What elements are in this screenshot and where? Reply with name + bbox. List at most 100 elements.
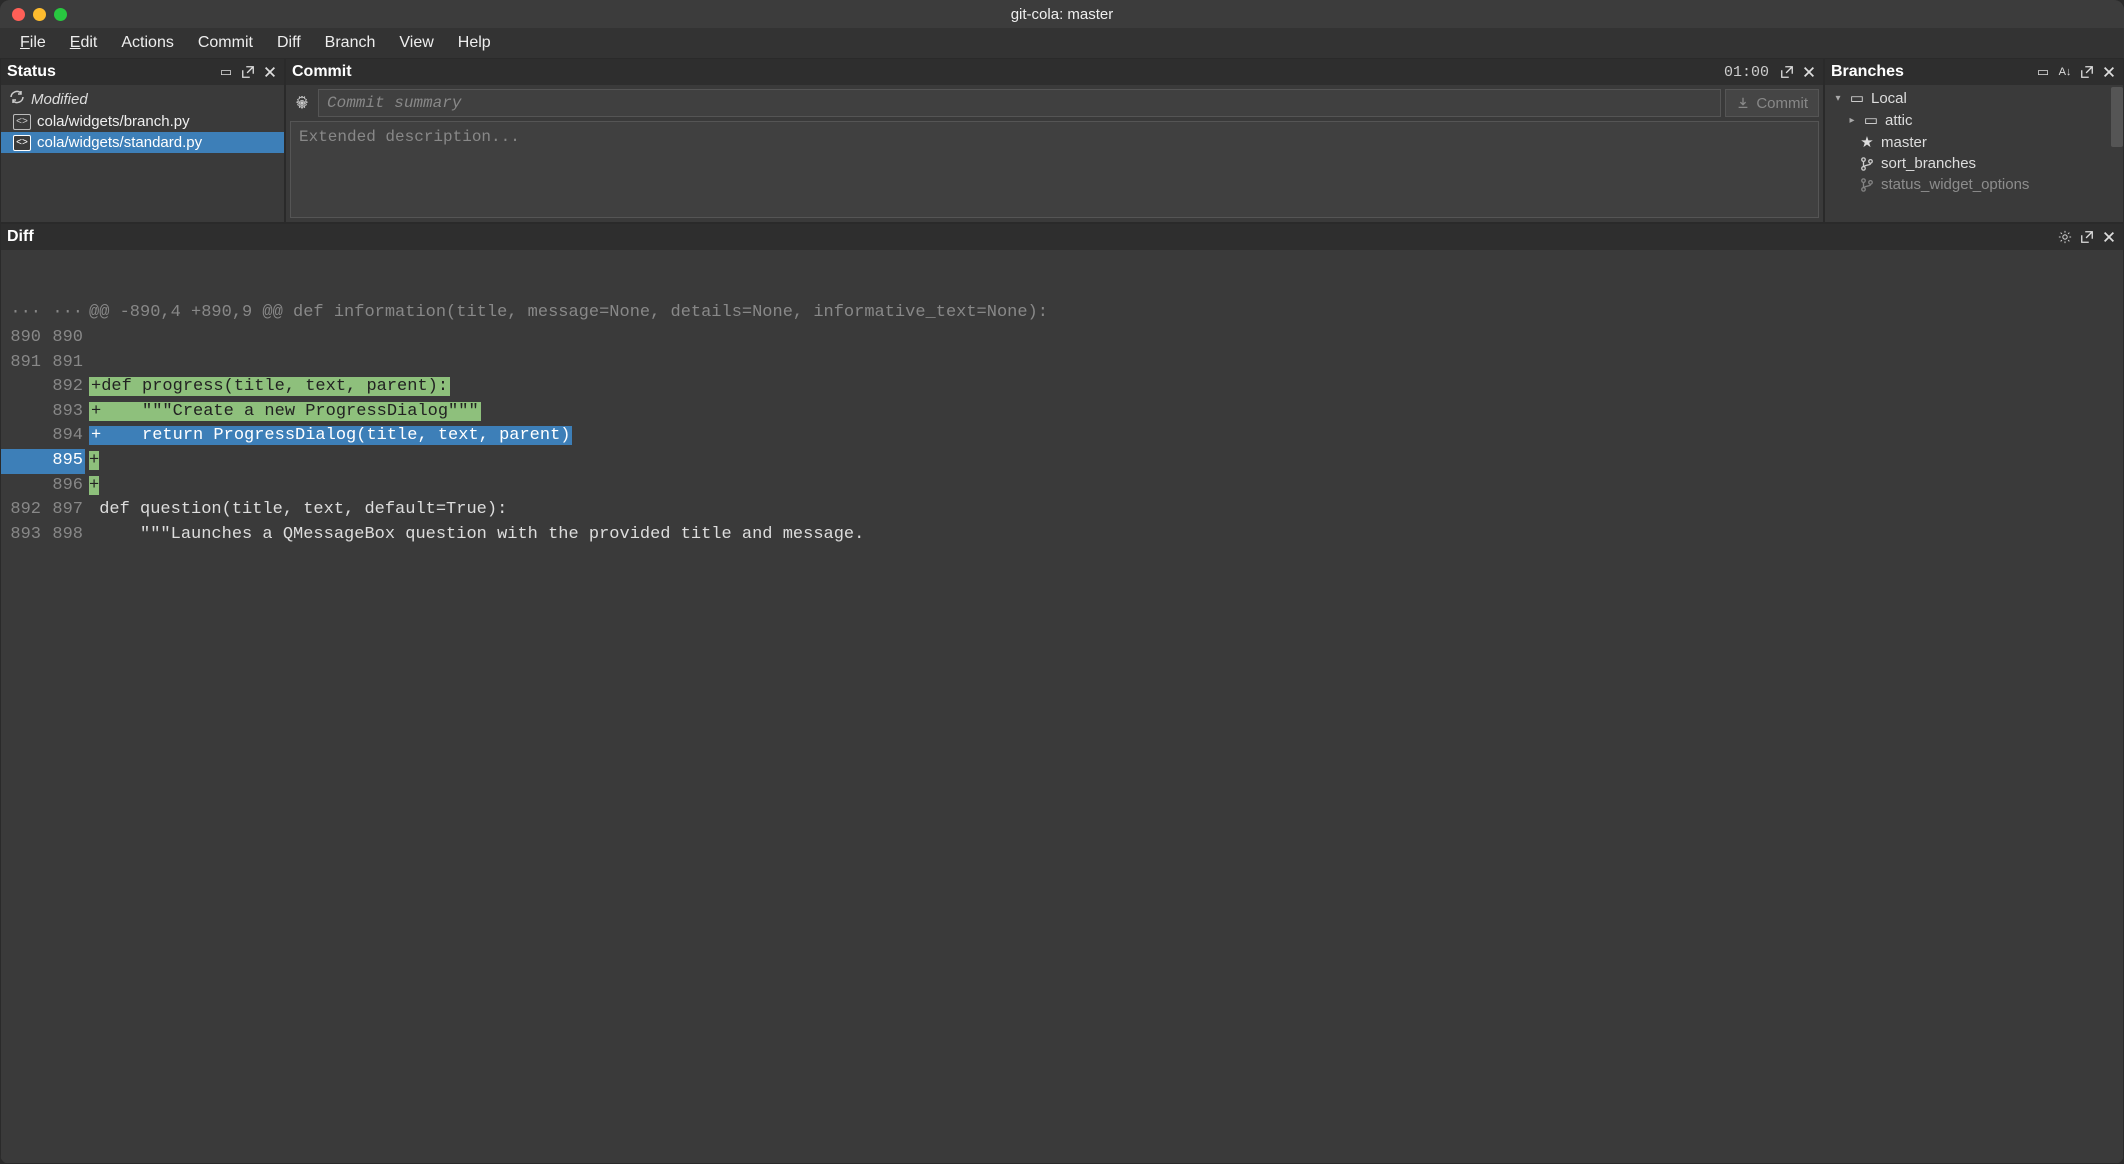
diff-panel: Diff ······@@ -890,4 +890,9 @@ def infor…	[0, 223, 2124, 1164]
line-number-old	[1, 375, 43, 400]
titlebar: git-cola: master	[0, 0, 2124, 28]
menubar: File Edit Actions Commit Diff Branch Vie…	[0, 28, 2124, 58]
main-grid: Status ▭ Modified <> cola/wi	[0, 58, 2124, 1164]
diff-code: """Launches a QMessageBox question with …	[85, 523, 864, 548]
diff-code: def question(title, text, default=True):	[85, 498, 507, 523]
close-icon[interactable]	[2101, 64, 2117, 80]
menu-commit[interactable]: Commit	[186, 30, 265, 56]
minimize-window-button[interactable]	[33, 8, 46, 21]
status-file-path: cola/widgets/standard.py	[37, 134, 202, 151]
traffic-lights	[12, 8, 67, 21]
commit-clock: 01:00	[1724, 64, 1769, 81]
diff-line[interactable]: 896+	[1, 474, 2123, 499]
commit-panel-header: Commit 01:00	[286, 59, 1823, 85]
line-number-new: 894	[43, 424, 85, 449]
line-number-old: 893	[1, 523, 43, 548]
folder-icon: ▭	[1863, 111, 1879, 129]
branch-root-local[interactable]: ▾ ▭ Local	[1829, 87, 2119, 109]
close-icon[interactable]	[2101, 229, 2117, 245]
app-window: git-cola: master File Edit Actions Commi…	[0, 0, 2124, 1164]
commit-options-button[interactable]	[290, 89, 314, 117]
line-number-old	[1, 424, 43, 449]
gear-icon[interactable]	[2057, 229, 2073, 245]
window-title: git-cola: master	[1011, 6, 1114, 23]
line-number-new: ···	[43, 301, 85, 326]
close-icon[interactable]	[262, 64, 278, 80]
popout-icon[interactable]	[1779, 64, 1795, 80]
code-file-icon: <>	[13, 135, 31, 151]
branch-item-status[interactable]: status_widget_options	[1829, 174, 2119, 195]
menu-actions[interactable]: Actions	[109, 30, 185, 56]
diff-line[interactable]: 891891	[1, 351, 2123, 376]
diff-code	[85, 326, 89, 351]
line-number-new: 896	[43, 474, 85, 499]
line-number-new: 895	[43, 449, 85, 474]
diff-code: +	[85, 474, 99, 499]
status-panel-header: Status ▭	[1, 59, 284, 85]
line-number-new: 898	[43, 523, 85, 548]
branch-icon	[1859, 157, 1875, 171]
status-group-label: Modified	[31, 91, 88, 108]
status-group-modified[interactable]: Modified	[1, 87, 284, 111]
diff-line[interactable]: 894+ return ProgressDialog(title, text, …	[1, 424, 2123, 449]
menu-diff[interactable]: Diff	[265, 30, 313, 56]
commit-panel-title: Commit	[292, 63, 1718, 81]
menu-help[interactable]: Help	[446, 30, 503, 56]
diff-line[interactable]: 893898 """Launches a QMessageBox questio…	[1, 523, 2123, 548]
diff-code: + return ProgressDialog(title, text, par…	[85, 424, 572, 449]
status-panel: Status ▭ Modified <> cola/wi	[0, 58, 285, 223]
close-window-button[interactable]	[12, 8, 25, 21]
keyboard-icon[interactable]: ▭	[218, 64, 234, 80]
branches-panel-header: Branches ▭ A↓	[1825, 59, 2123, 85]
diff-panel-title: Diff	[7, 228, 2051, 246]
commit-button-label: Commit	[1756, 95, 1808, 112]
diff-line[interactable]: 893+ """Create a new ProgressDialog"""	[1, 400, 2123, 425]
line-number-old: 892	[1, 498, 43, 523]
menu-file[interactable]: File	[8, 30, 58, 56]
commit-button[interactable]: Commit	[1725, 89, 1819, 117]
close-icon[interactable]	[1801, 64, 1817, 80]
code-file-icon: <>	[13, 114, 31, 130]
line-number-old: ···	[1, 301, 43, 326]
diff-line[interactable]: 890890	[1, 326, 2123, 351]
branch-label: sort_branches	[1881, 155, 1976, 172]
diff-line[interactable]: 892+def progress(title, text, parent):	[1, 375, 2123, 400]
menu-branch[interactable]: Branch	[313, 30, 388, 56]
diff-line[interactable]: ······@@ -890,4 +890,9 @@ def informatio…	[1, 301, 2123, 326]
commit-summary-input[interactable]	[318, 89, 1721, 117]
diff-line[interactable]: 892897 def question(title, text, default…	[1, 498, 2123, 523]
diff-content[interactable]: ······@@ -890,4 +890,9 @@ def informatio…	[1, 250, 2123, 1163]
status-file-path: cola/widgets/branch.py	[37, 113, 190, 130]
keyboard-icon[interactable]: ▭	[2035, 64, 2051, 80]
popout-icon[interactable]	[2079, 64, 2095, 80]
popout-icon[interactable]	[240, 64, 256, 80]
menu-edit[interactable]: Edit	[58, 30, 110, 56]
line-number-old	[1, 449, 43, 474]
diff-line[interactable]: 895+	[1, 449, 2123, 474]
commit-top-row: Commit	[290, 89, 1819, 117]
branch-label: status_widget_options	[1881, 176, 2029, 193]
branch-label: attic	[1885, 112, 1913, 129]
menu-view[interactable]: View	[387, 30, 445, 56]
diff-code: +def progress(title, text, parent):	[85, 375, 450, 400]
diff-panel-header: Diff	[1, 224, 2123, 250]
line-number-new: 891	[43, 351, 85, 376]
maximize-window-button[interactable]	[54, 8, 67, 21]
popout-icon[interactable]	[2079, 229, 2095, 245]
branch-item-master[interactable]: ★ master	[1829, 131, 2119, 153]
branch-item-sort[interactable]: sort_branches	[1829, 153, 2119, 174]
line-number-old	[1, 474, 43, 499]
commit-description-input[interactable]	[290, 121, 1819, 218]
status-list: Modified <> cola/widgets/branch.py <> co…	[1, 85, 284, 222]
scrollbar-thumb[interactable]	[2111, 87, 2123, 147]
branch-item-attic[interactable]: ▸ ▭ attic	[1829, 109, 2119, 131]
diff-code: + """Create a new ProgressDialog"""	[85, 400, 481, 425]
sort-icon[interactable]: A↓	[2057, 64, 2073, 80]
line-number-old	[1, 400, 43, 425]
folder-icon: ▭	[1849, 89, 1865, 107]
expand-icon: ▸	[1847, 115, 1857, 126]
status-file-0[interactable]: <> cola/widgets/branch.py	[1, 111, 284, 132]
branch-icon	[1859, 178, 1875, 192]
status-file-1[interactable]: <> cola/widgets/standard.py	[1, 132, 284, 153]
line-number-new: 892	[43, 375, 85, 400]
